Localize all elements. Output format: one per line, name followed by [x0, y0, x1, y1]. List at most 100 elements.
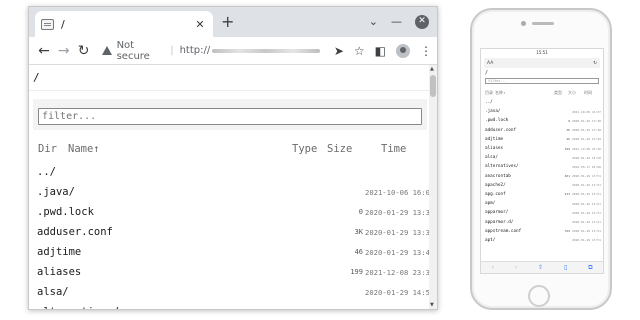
phone-back-icon[interactable]: ‹: [491, 264, 493, 271]
phone-share-icon[interactable]: ⇧: [538, 264, 543, 271]
file-name[interactable]: alternatives/: [485, 164, 562, 169]
file-name[interactable]: apparmor.d/: [485, 220, 562, 225]
desktop-browser-window: / ✕ + ⌄ — ✕ ← → ↻ Not secure | http:// ➤: [28, 6, 438, 310]
text-size-icon[interactable]: AA: [487, 61, 493, 66]
phone-file-row[interactable]: apg.conf 433 2020-01-29 13:51: [481, 190, 603, 199]
url-prefix[interactable]: http://: [180, 45, 211, 56]
header-size[interactable]: Size: [327, 143, 381, 155]
file-name[interactable]: apg.conf: [485, 192, 562, 197]
file-row[interactable]: alternatives/2022-05-17 01:06: [29, 302, 437, 309]
phone-current-path: /: [485, 70, 489, 76]
file-row[interactable]: .pwd.lock 0 2020-01-29 13:38: [29, 202, 437, 222]
window-controls: ⌄ — ✕: [369, 15, 429, 29]
file-size: 769: [564, 229, 570, 234]
file-row[interactable]: aliases 199 2021-12-08 23:36: [29, 262, 437, 282]
file-name[interactable]: alsa/: [29, 286, 331, 298]
header-type[interactable]: Type: [292, 143, 327, 155]
phone-file-row[interactable]: adjtime 46 2020-01-29 13:49: [481, 135, 603, 144]
forward-button[interactable]: →: [54, 43, 74, 59]
side-panel-icon[interactable]: ◧: [375, 44, 386, 58]
phone-header-size[interactable]: 大小: [568, 90, 584, 96]
file-name[interactable]: alsa/: [485, 155, 562, 160]
tab-close-icon[interactable]: ✕: [193, 18, 207, 31]
address-bar[interactable]: Not secure | http://: [97, 39, 324, 62]
send-tab-icon[interactable]: ➤: [334, 44, 344, 58]
phone-tabs-icon[interactable]: ⧉: [588, 264, 592, 272]
phone-header-name[interactable]: 名称↑: [495, 90, 554, 96]
back-button[interactable]: ←: [34, 43, 54, 59]
phone-file-row[interactable]: apparmor.d/2020-01-29 13:51: [481, 217, 603, 226]
phone-file-row[interactable]: apt/2020-01-29 13:51: [481, 236, 603, 245]
file-time: 2020-01-29 13:49: [572, 137, 601, 142]
phone-file-row[interactable]: apm/2020-01-29 13:51: [481, 199, 603, 208]
file-time: 2021-12-08 23:36: [572, 146, 601, 151]
phone-bookmarks-icon[interactable]: ▯: [564, 264, 567, 271]
phone-file-row[interactable]: aliases 199 2021-12-08 23:36: [481, 144, 603, 153]
file-time: 2021-12-08 23:36: [365, 267, 435, 277]
phone-file-row[interactable]: adduser.conf 3K 2020-01-29 13:38: [481, 126, 603, 135]
filter-input[interactable]: [38, 108, 422, 125]
new-tab-button[interactable]: +: [221, 13, 234, 31]
file-name[interactable]: .java/: [29, 186, 331, 198]
scrollbar-thumb[interactable]: [430, 75, 436, 97]
phone-mockup: 15:51 AA ↻ / filter... 目录 名称↑ 类型 大小 时间 .…: [470, 8, 612, 310]
file-time: 2020-01-29 13:38: [365, 227, 435, 237]
file-name[interactable]: apt/: [485, 238, 562, 243]
menu-kebab-icon[interactable]: ⋮: [420, 44, 432, 58]
bookmark-star-icon[interactable]: ☆: [354, 44, 365, 58]
file-row[interactable]: ../: [29, 162, 437, 182]
file-name[interactable]: apm/: [485, 201, 562, 206]
not-secure-label[interactable]: Not secure: [117, 40, 165, 62]
file-name[interactable]: adjtime: [485, 137, 562, 142]
header-dir[interactable]: Dir: [38, 143, 68, 155]
home-button[interactable]: [528, 285, 550, 307]
file-name[interactable]: ../: [29, 166, 331, 178]
phone-header-time[interactable]: 时间: [584, 90, 600, 96]
file-name[interactable]: .java/: [485, 109, 562, 114]
phone-forward-icon[interactable]: ›: [515, 264, 517, 271]
file-name[interactable]: appstream.conf: [485, 229, 562, 234]
phone-reload-icon[interactable]: ↻: [593, 61, 597, 66]
minimize-button[interactable]: —: [391, 16, 402, 28]
file-name[interactable]: ../: [485, 100, 562, 105]
reload-button[interactable]: ↻: [74, 43, 94, 59]
file-time: 2020-01-29 13:51: [572, 220, 601, 225]
file-row[interactable]: .java/2021-10-06 16:07: [29, 182, 437, 202]
file-size: 46: [566, 137, 570, 142]
phone-file-row[interactable]: apache2/2020-01-29 13:51: [481, 181, 603, 190]
file-name[interactable]: anacrontab: [485, 174, 562, 179]
file-name[interactable]: .pwd.lock: [29, 206, 331, 218]
file-name[interactable]: aliases: [485, 146, 562, 151]
file-name[interactable]: adduser.conf: [29, 226, 331, 238]
tab-search-icon[interactable]: ⌄: [369, 16, 378, 28]
vertical-scrollbar[interactable]: ▲ ▼: [429, 65, 437, 309]
file-name[interactable]: aliases: [29, 266, 331, 278]
phone-address-bar[interactable]: AA ↻: [484, 58, 600, 68]
phone-file-row[interactable]: anacrontab 401 2020-01-29 13:51: [481, 172, 603, 181]
phone-header-dir[interactable]: 目录: [485, 90, 495, 96]
file-row[interactable]: adjtime 46 2020-01-29 13:49: [29, 242, 437, 262]
scroll-up-icon[interactable]: ▲: [430, 66, 434, 72]
phone-file-row[interactable]: apparmor/2020-01-29 13:51: [481, 208, 603, 217]
warning-icon[interactable]: [101, 46, 112, 55]
file-name[interactable]: adjtime: [29, 246, 331, 258]
phone-file-row[interactable]: alsa/2020-01-29 14:50: [481, 153, 603, 162]
file-row[interactable]: adduser.conf 3K 2020-01-29 13:38: [29, 222, 437, 242]
header-name[interactable]: Name↑: [68, 143, 292, 155]
file-name[interactable]: .pwd.lock: [485, 118, 562, 123]
phone-file-row[interactable]: .pwd.lock 0 2020-01-29 13:38: [481, 116, 603, 125]
phone-file-row[interactable]: .java/2021-10-06 16:07: [481, 107, 603, 116]
file-name[interactable]: alternatives/: [29, 306, 331, 309]
scroll-down-icon[interactable]: ▼: [430, 302, 434, 308]
file-name[interactable]: adduser.conf: [485, 128, 562, 133]
file-name[interactable]: apparmor/: [485, 210, 562, 215]
browser-tab[interactable]: / ✕: [35, 11, 213, 37]
phone-header-type[interactable]: 类型: [554, 90, 568, 96]
profile-avatar[interactable]: [396, 43, 411, 58]
window-close-button[interactable]: ✕: [415, 15, 429, 29]
phone-file-row[interactable]: alternatives/2022-05-17 01:06: [481, 162, 603, 171]
file-name[interactable]: apache2/: [485, 183, 562, 188]
phone-file-row[interactable]: appstream.conf 769 2020-01-29 13:51: [481, 227, 603, 236]
file-row[interactable]: alsa/2020-01-29 14:50: [29, 282, 437, 302]
phone-file-row[interactable]: ../: [481, 98, 603, 107]
